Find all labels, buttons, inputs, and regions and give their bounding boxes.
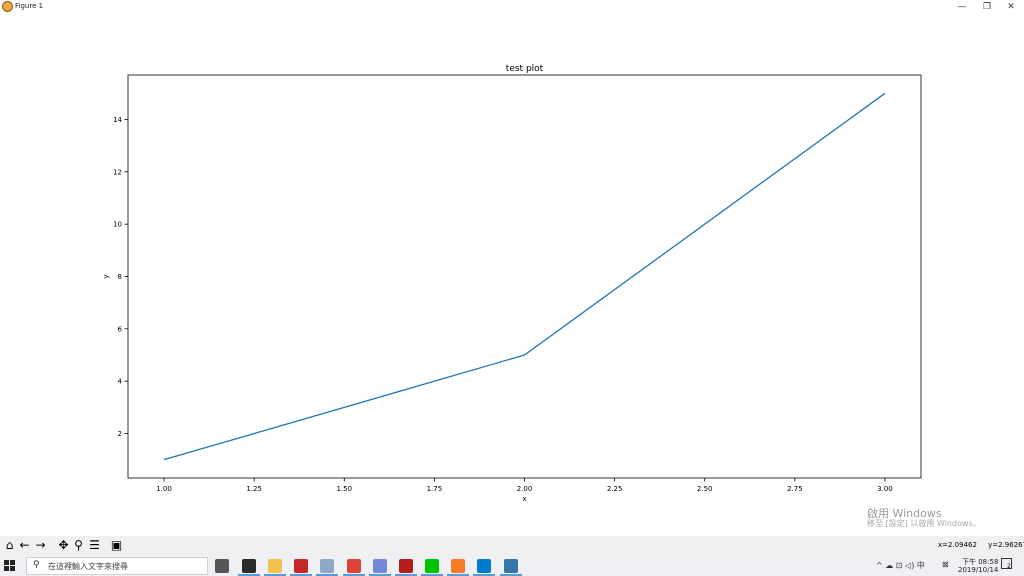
- notification-center-icon[interactable]: 2: [1001, 558, 1012, 570]
- taskbar-app-red-icon[interactable]: [294, 559, 308, 573]
- x-tick-label: 1.00: [156, 485, 172, 493]
- x-tick-label: 1.50: [336, 485, 352, 493]
- x-tick-label: 1.25: [246, 485, 262, 493]
- y-axis-label: y: [102, 274, 110, 278]
- y-coordinate: y=2.96267: [988, 541, 1024, 549]
- pan-icon[interactable]: ✥: [56, 538, 71, 553]
- activate-windows-subtext: 移至 [設定] 以啟用 Windows。: [867, 519, 981, 528]
- taskbar-search-box[interactable]: ⚲ 在這裡輸入文字來搜尋: [26, 557, 208, 575]
- y-tick-label: 12: [113, 168, 122, 176]
- system-tray[interactable]: ^ ☁ ⊡ ◁) 中: [876, 560, 925, 571]
- taskbar-line-icon[interactable]: [425, 559, 439, 573]
- x-tick-label: 2.50: [697, 485, 713, 493]
- cursor-coordinates: x=2.09462 y=2.96267: [938, 541, 1024, 549]
- back-icon[interactable]: ←: [17, 538, 32, 553]
- taskbar-discord-icon[interactable]: [373, 559, 387, 573]
- x-tick-label: 2.00: [517, 485, 533, 493]
- configure-subplots-icon[interactable]: ☰: [87, 538, 102, 553]
- window-title-bar: Figure 1 — ❐ ✕: [0, 0, 1024, 14]
- taskbar-app-red-dark-icon[interactable]: [399, 559, 413, 573]
- x-coordinate: x=2.09462: [938, 541, 977, 549]
- taskbar-vscode-icon[interactable]: [477, 559, 491, 573]
- navigation-toolbar: ⌂ ← → ✥ ⚲ ☰ ▣: [0, 536, 1024, 556]
- save-icon[interactable]: ▣: [109, 538, 124, 553]
- home-icon[interactable]: ⌂: [2, 538, 17, 553]
- search-placeholder: 在這裡輸入文字來搜尋: [48, 562, 128, 571]
- ime-icon[interactable]: ⊠: [942, 560, 949, 569]
- axes-frame: [127, 74, 922, 479]
- x-tick-label: 2.25: [607, 485, 623, 493]
- taskbar-xampp-icon[interactable]: [451, 559, 465, 573]
- taskbar-task-view-icon[interactable]: [215, 559, 229, 573]
- app-icon: [2, 1, 13, 12]
- search-icon: ⚲: [33, 560, 40, 570]
- x-tick-label: 1.75: [427, 485, 443, 493]
- taskbar: ⚲ 在這裡輸入文字來搜尋 ^ ☁ ⊡ ◁) 中 ⊠: [0, 556, 1024, 576]
- forward-icon[interactable]: →: [33, 538, 48, 553]
- taskbar-file-explorer-icon[interactable]: [268, 559, 282, 573]
- y-tick-label: 4: [118, 378, 123, 386]
- y-tick-label: 8: [118, 273, 122, 281]
- y-tick-label: 2: [118, 430, 122, 438]
- taskbar-app-dark-icon[interactable]: [242, 559, 256, 573]
- notification-count: 2: [1007, 563, 1011, 570]
- close-button[interactable]: ✕: [996, 0, 1024, 14]
- windows-start-icon[interactable]: [4, 560, 16, 572]
- x-tick-label: 3.00: [877, 485, 893, 493]
- window-title: Figure 1: [15, 2, 44, 10]
- x-axis-label: x: [522, 495, 526, 503]
- y-tick-label: 14: [113, 116, 122, 124]
- taskbar-chrome-icon[interactable]: [347, 559, 361, 573]
- plot-canvas[interactable]: 1.00 1.25 1.50 1.75 2.00 2.25 2.50 2.75 3.00 2 4 6 8…: [0, 14, 1024, 536]
- y-tick-label: 6: [118, 325, 123, 333]
- y-tick-label: 10: [113, 221, 122, 229]
- taskbar-date[interactable]: 2019/10/14: [958, 566, 998, 574]
- x-tick-label: 2.75: [787, 485, 803, 493]
- zoom-icon[interactable]: ⚲: [71, 538, 86, 553]
- taskbar-photos-icon[interactable]: [320, 559, 334, 573]
- taskbar-python-icon[interactable]: [504, 559, 518, 573]
- chart-title: test plot: [506, 64, 544, 74]
